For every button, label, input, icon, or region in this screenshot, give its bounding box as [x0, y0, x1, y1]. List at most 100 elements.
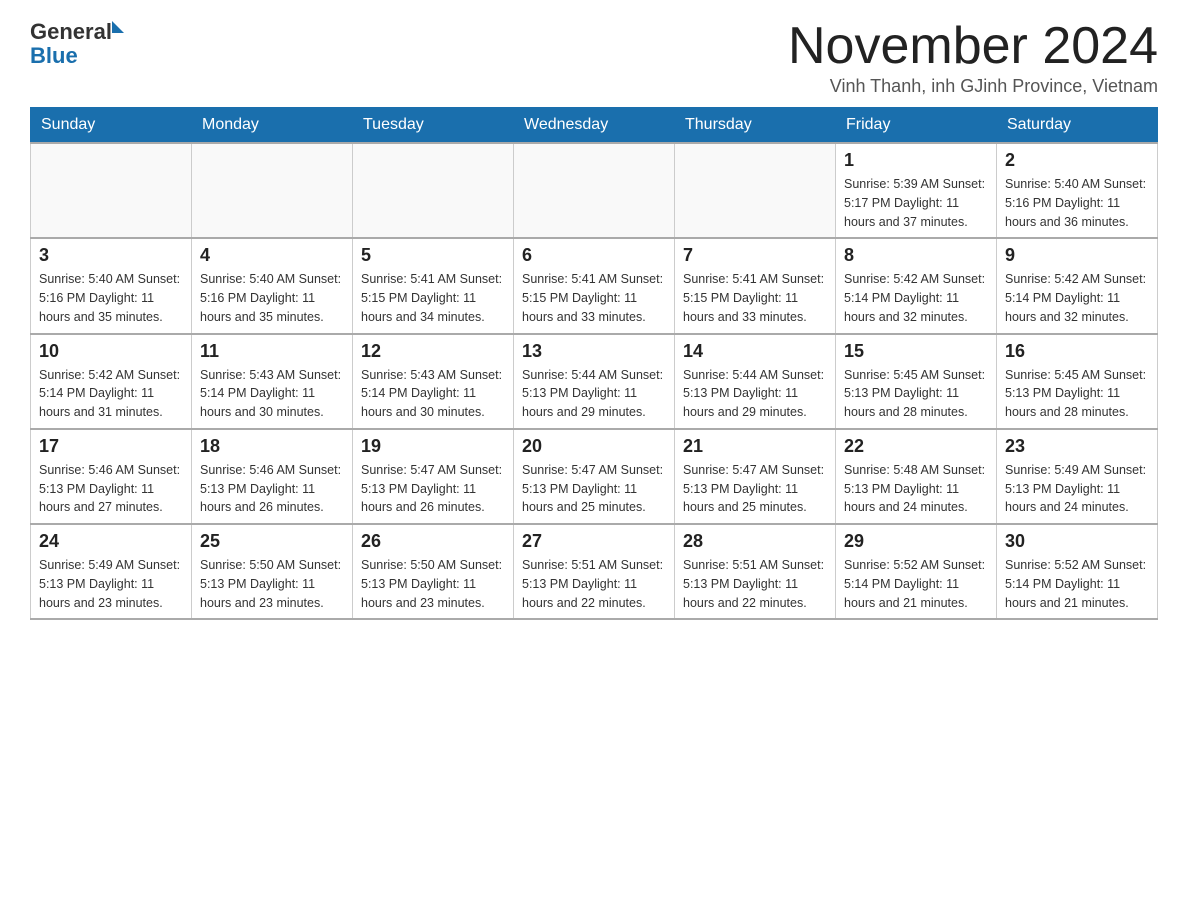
calendar-cell [31, 143, 192, 238]
cell-info: Sunrise: 5:49 AM Sunset: 5:13 PM Dayligh… [39, 556, 183, 612]
calendar-week-row: 1Sunrise: 5:39 AM Sunset: 5:17 PM Daylig… [31, 143, 1158, 238]
calendar-cell: 5 Sunrise: 5:41 AM Sunset: 5:15 PM Daylig… [353, 238, 514, 333]
cell-info: Sunrise: 5:44 AM Sunset: 5:13 PM Dayligh… [683, 366, 827, 422]
calendar-cell: 12 Sunrise: 5:43 AM Sunset: 5:14 PM Dayli… [353, 334, 514, 429]
day-number: 21 [683, 436, 827, 457]
cell-info: Sunrise: 5:40 AM Sunset: 5:16 PM Dayligh… [1005, 175, 1149, 231]
cell-info: Sunrise: 5:42 AM Sunset: 5:14 PM Dayligh… [1005, 270, 1149, 326]
day-number: 16 [1005, 341, 1149, 362]
cell-info: Sunrise: 5:47 AM Sunset: 5:13 PM Dayligh… [522, 461, 666, 517]
cell-info: Sunrise: 5:51 AM Sunset: 5:13 PM Dayligh… [522, 556, 666, 612]
calendar-table: SundayMondayTuesdayWednesdayThursdayFrid… [30, 107, 1158, 620]
day-of-week-header: Tuesday [353, 108, 514, 144]
calendar-cell: 25 Sunrise: 5:50 AM Sunset: 5:13 PM Dayli… [192, 524, 353, 619]
page-header: General Blue November 2024 Vinh Thanh, i… [30, 20, 1158, 97]
calendar-cell [192, 143, 353, 238]
day-number: 29 [844, 531, 988, 552]
cell-info: Sunrise: 5:41 AM Sunset: 5:15 PM Dayligh… [361, 270, 505, 326]
cell-info: Sunrise: 5:40 AM Sunset: 5:16 PM Dayligh… [39, 270, 183, 326]
day-number: 26 [361, 531, 505, 552]
calendar-cell: 26 Sunrise: 5:50 AM Sunset: 5:13 PM Dayli… [353, 524, 514, 619]
day-number: 20 [522, 436, 666, 457]
calendar-week-row: 24 Sunrise: 5:49 AM Sunset: 5:13 PM Dayli… [31, 524, 1158, 619]
day-number: 8 [844, 245, 988, 266]
calendar-header-row: SundayMondayTuesdayWednesdayThursdayFrid… [31, 108, 1158, 144]
cell-info: Sunrise: 5:43 AM Sunset: 5:14 PM Dayligh… [200, 366, 344, 422]
calendar-cell: 15Sunrise: 5:45 AM Sunset: 5:13 PM Dayli… [836, 334, 997, 429]
day-number: 17 [39, 436, 183, 457]
cell-info: Sunrise: 5:40 AM Sunset: 5:16 PM Dayligh… [200, 270, 344, 326]
calendar-cell [353, 143, 514, 238]
day-number: 15 [844, 341, 988, 362]
calendar-cell: 7 Sunrise: 5:41 AM Sunset: 5:15 PM Daylig… [675, 238, 836, 333]
day-of-week-header: Friday [836, 108, 997, 144]
day-number: 19 [361, 436, 505, 457]
day-of-week-header: Sunday [31, 108, 192, 144]
day-number: 2 [1005, 150, 1149, 171]
cell-info: Sunrise: 5:52 AM Sunset: 5:14 PM Dayligh… [844, 556, 988, 612]
header-right: November 2024 Vinh Thanh, inh GJinh Prov… [788, 20, 1158, 97]
day-number: 10 [39, 341, 183, 362]
day-number: 22 [844, 436, 988, 457]
calendar-cell [514, 143, 675, 238]
location-subtitle: Vinh Thanh, inh GJinh Province, Vietnam [788, 76, 1158, 97]
cell-info: Sunrise: 5:50 AM Sunset: 5:13 PM Dayligh… [361, 556, 505, 612]
day-number: 18 [200, 436, 344, 457]
cell-info: Sunrise: 5:41 AM Sunset: 5:15 PM Dayligh… [522, 270, 666, 326]
cell-info: Sunrise: 5:48 AM Sunset: 5:13 PM Dayligh… [844, 461, 988, 517]
day-number: 30 [1005, 531, 1149, 552]
calendar-cell: 20 Sunrise: 5:47 AM Sunset: 5:13 PM Dayli… [514, 429, 675, 524]
calendar-cell: 22 Sunrise: 5:48 AM Sunset: 5:13 PM Dayli… [836, 429, 997, 524]
calendar-cell: 14 Sunrise: 5:44 AM Sunset: 5:13 PM Dayli… [675, 334, 836, 429]
calendar-cell: 30 Sunrise: 5:52 AM Sunset: 5:14 PM Dayli… [997, 524, 1158, 619]
calendar-cell: 13Sunrise: 5:44 AM Sunset: 5:13 PM Dayli… [514, 334, 675, 429]
day-of-week-header: Monday [192, 108, 353, 144]
cell-info: Sunrise: 5:47 AM Sunset: 5:13 PM Dayligh… [683, 461, 827, 517]
cell-info: Sunrise: 5:42 AM Sunset: 5:14 PM Dayligh… [39, 366, 183, 422]
logo: General Blue [30, 20, 124, 68]
calendar-cell: 29 Sunrise: 5:52 AM Sunset: 5:14 PM Dayli… [836, 524, 997, 619]
cell-info: Sunrise: 5:52 AM Sunset: 5:14 PM Dayligh… [1005, 556, 1149, 612]
logo-triangle-icon [112, 21, 124, 33]
day-number: 6 [522, 245, 666, 266]
day-number: 7 [683, 245, 827, 266]
calendar-week-row: 3 Sunrise: 5:40 AM Sunset: 5:16 PM Daylig… [31, 238, 1158, 333]
calendar-cell: 11 Sunrise: 5:43 AM Sunset: 5:14 PM Dayli… [192, 334, 353, 429]
calendar-cell: 4Sunrise: 5:40 AM Sunset: 5:16 PM Daylig… [192, 238, 353, 333]
cell-info: Sunrise: 5:50 AM Sunset: 5:13 PM Dayligh… [200, 556, 344, 612]
day-number: 5 [361, 245, 505, 266]
calendar-cell: 10 Sunrise: 5:42 AM Sunset: 5:14 PM Dayli… [31, 334, 192, 429]
calendar-cell: 19Sunrise: 5:47 AM Sunset: 5:13 PM Dayli… [353, 429, 514, 524]
day-number: 27 [522, 531, 666, 552]
calendar-week-row: 17 Sunrise: 5:46 AM Sunset: 5:13 PM Dayli… [31, 429, 1158, 524]
calendar-cell: 24 Sunrise: 5:49 AM Sunset: 5:13 PM Dayli… [31, 524, 192, 619]
calendar-cell: 6 Sunrise: 5:41 AM Sunset: 5:15 PM Daylig… [514, 238, 675, 333]
cell-info: Sunrise: 5:41 AM Sunset: 5:15 PM Dayligh… [683, 270, 827, 326]
cell-info: Sunrise: 5:51 AM Sunset: 5:13 PM Dayligh… [683, 556, 827, 612]
calendar-cell: 3 Sunrise: 5:40 AM Sunset: 5:16 PM Daylig… [31, 238, 192, 333]
day-number: 14 [683, 341, 827, 362]
day-number: 28 [683, 531, 827, 552]
calendar-cell: 1Sunrise: 5:39 AM Sunset: 5:17 PM Daylig… [836, 143, 997, 238]
day-number: 24 [39, 531, 183, 552]
day-number: 11 [200, 341, 344, 362]
cell-info: Sunrise: 5:49 AM Sunset: 5:13 PM Dayligh… [1005, 461, 1149, 517]
day-of-week-header: Thursday [675, 108, 836, 144]
day-number: 9 [1005, 245, 1149, 266]
day-of-week-header: Saturday [997, 108, 1158, 144]
calendar-cell: 2 Sunrise: 5:40 AM Sunset: 5:16 PM Daylig… [997, 143, 1158, 238]
logo-general: General [30, 20, 112, 44]
day-of-week-header: Wednesday [514, 108, 675, 144]
calendar-cell [675, 143, 836, 238]
day-number: 13 [522, 341, 666, 362]
logo-blue: Blue [30, 44, 124, 68]
month-title: November 2024 [788, 20, 1158, 72]
calendar-cell: 17Sunrise: 5:46 AM Sunset: 5:13 PM Dayli… [31, 429, 192, 524]
cell-info: Sunrise: 5:45 AM Sunset: 5:13 PM Dayligh… [1005, 366, 1149, 422]
cell-info: Sunrise: 5:43 AM Sunset: 5:14 PM Dayligh… [361, 366, 505, 422]
day-number: 12 [361, 341, 505, 362]
cell-info: Sunrise: 5:46 AM Sunset: 5:13 PM Dayligh… [200, 461, 344, 517]
calendar-week-row: 10 Sunrise: 5:42 AM Sunset: 5:14 PM Dayli… [31, 334, 1158, 429]
day-number: 3 [39, 245, 183, 266]
day-number: 25 [200, 531, 344, 552]
